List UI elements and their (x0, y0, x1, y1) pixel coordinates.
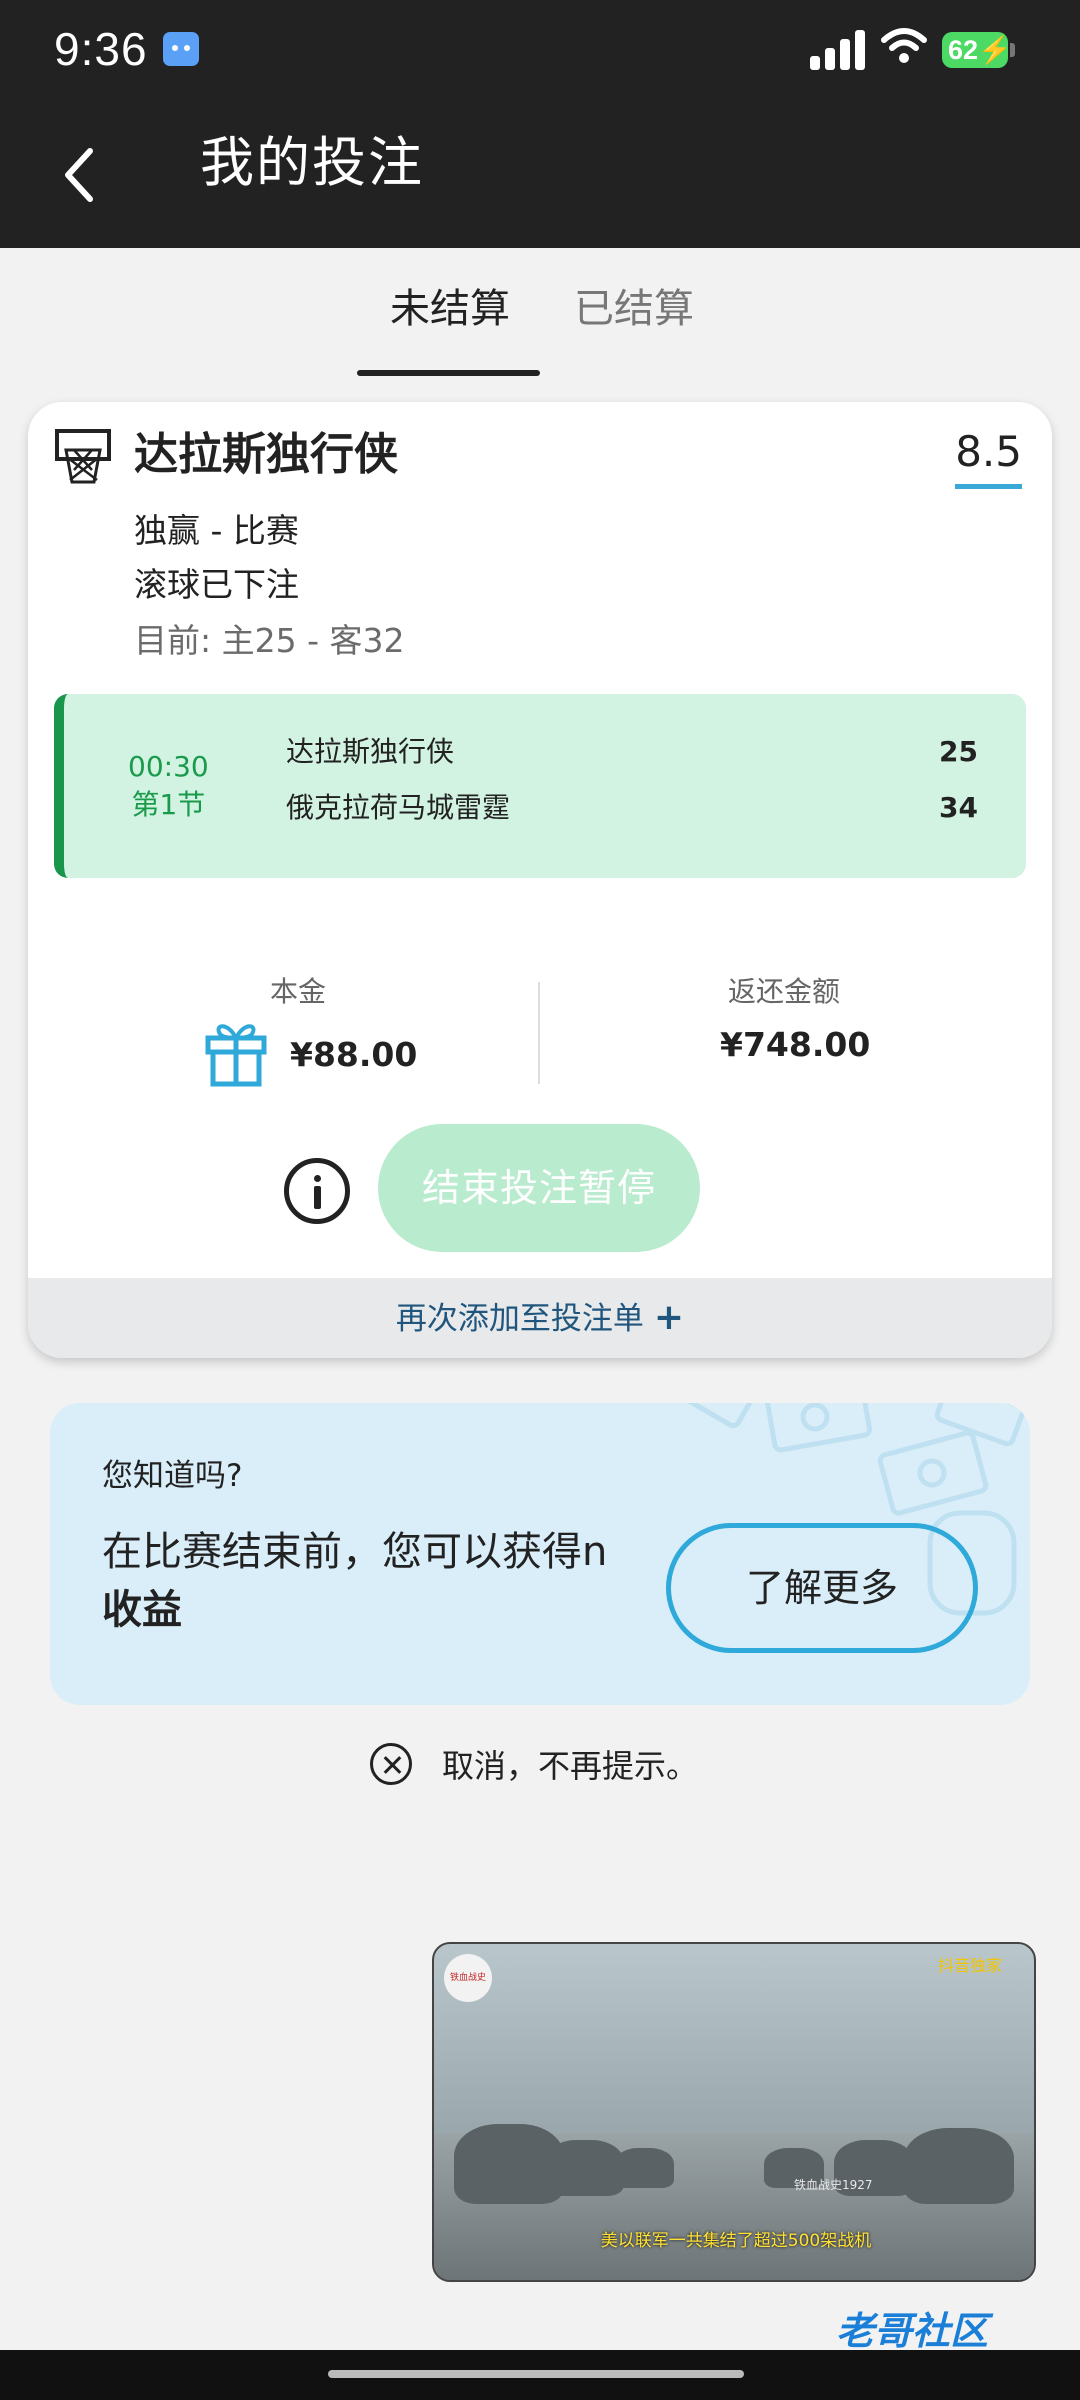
promo-question: 您知道吗? (102, 1458, 243, 1494)
game-clock-time: 00:30 (128, 750, 209, 783)
status-time: 9:36 (54, 23, 148, 75)
tab-settled[interactable]: 已结算 (574, 284, 694, 334)
dismiss-tip-button[interactable]: 取消，不再提示。 (370, 1736, 698, 1792)
back-icon[interactable] (60, 145, 100, 205)
bet-market: 独赢 - 比赛 (134, 511, 299, 550)
battery-tip (1010, 43, 1015, 57)
amount-divider (538, 982, 540, 1084)
home-indicator[interactable] (328, 2370, 744, 2378)
close-circle-icon (370, 1743, 412, 1785)
floating-video-player[interactable]: 铁血战史 抖音独家 铁血战史1927 美以联军一共集结了超过500架战机 (432, 1942, 1036, 2282)
active-tab-indicator (357, 370, 540, 376)
game-period: 第1节 (131, 788, 206, 821)
battery-level: 62 (948, 35, 979, 65)
bet-odds: 8.5 (955, 424, 1022, 489)
app-bar (0, 110, 1080, 248)
page-title: 我的投注 (200, 131, 424, 194)
home-team-name: 达拉斯独行侠 (286, 735, 455, 768)
tab-bar: 未结算 已结算 (0, 248, 1080, 380)
readd-to-betslip-button[interactable]: 再次添加至投注单 + (28, 1278, 1052, 1358)
gift-icon (205, 1024, 267, 1087)
basketball-hoop-icon (55, 429, 111, 484)
away-team-name: 俄克拉荷马城雷霆 (286, 791, 511, 824)
promo-banner: 您知道吗? 在比赛结束前，您可以获得n 收益 了解更多 (50, 1403, 1030, 1705)
dismiss-label: 取消，不再提示。 (442, 1747, 699, 1785)
video-tag: 抖音独家 (937, 1956, 1002, 1975)
cashout-button[interactable]: 结束投注暂停 (378, 1124, 700, 1252)
promo-text-regular: 在比赛结束前，您可以获得n (102, 1529, 608, 1575)
return-label: 返还金额 (728, 975, 841, 1008)
video-caption: 美以联军一共集结了超过500架战机 (600, 2231, 872, 2251)
status-bar: 9:36 62⚡ (0, 0, 1080, 110)
return-value: ¥748.00 (720, 1025, 871, 1064)
promo-text: 在比赛结束前，您可以获得n 收益 (102, 1523, 622, 1639)
info-icon[interactable] (284, 1158, 350, 1224)
readd-label: 再次添加至投注单 (395, 1301, 644, 1337)
stake-value: ¥88.00 (290, 1035, 418, 1074)
live-score-panel: 00:30 第1节 达拉斯独行侠 25 俄克拉荷马城雷霆 34 (54, 694, 1026, 878)
tab-unsettled[interactable]: 未结算 (390, 284, 510, 334)
bet-card: 达拉斯独行侠 8.5 独赢 - 比赛 滚球已下注 目前: 主25 - 客32 0… (28, 402, 1052, 1358)
home-team-score: 25 (939, 735, 978, 768)
away-team-score: 34 (939, 791, 978, 824)
plus-icon: + (653, 1297, 685, 1338)
video-jet (544, 2140, 624, 2196)
stake-label: 本金 (270, 975, 327, 1008)
signal-icon (810, 28, 866, 70)
corner-watermark-logo: 老哥社区 (836, 2309, 989, 2353)
promo-text-bold: 收益 (102, 1587, 182, 1633)
video-watermark: 铁血战史1927 (794, 2178, 873, 2192)
current-score: 目前: 主25 - 客32 (134, 621, 405, 660)
battery-indicator: 62⚡ (942, 32, 1012, 68)
app-notification-icon (163, 32, 199, 66)
video-jet (904, 2128, 1014, 2204)
video-jet (614, 2148, 674, 2188)
wifi-icon (881, 28, 927, 63)
video-channel-logo: 铁血战史 (444, 1954, 492, 2002)
bet-team-name: 达拉斯独行侠 (134, 429, 398, 480)
learn-more-button[interactable]: 了解更多 (666, 1523, 978, 1653)
bet-type: 滚球已下注 (134, 565, 299, 604)
game-clock: 00:30 第1节 (128, 748, 209, 824)
